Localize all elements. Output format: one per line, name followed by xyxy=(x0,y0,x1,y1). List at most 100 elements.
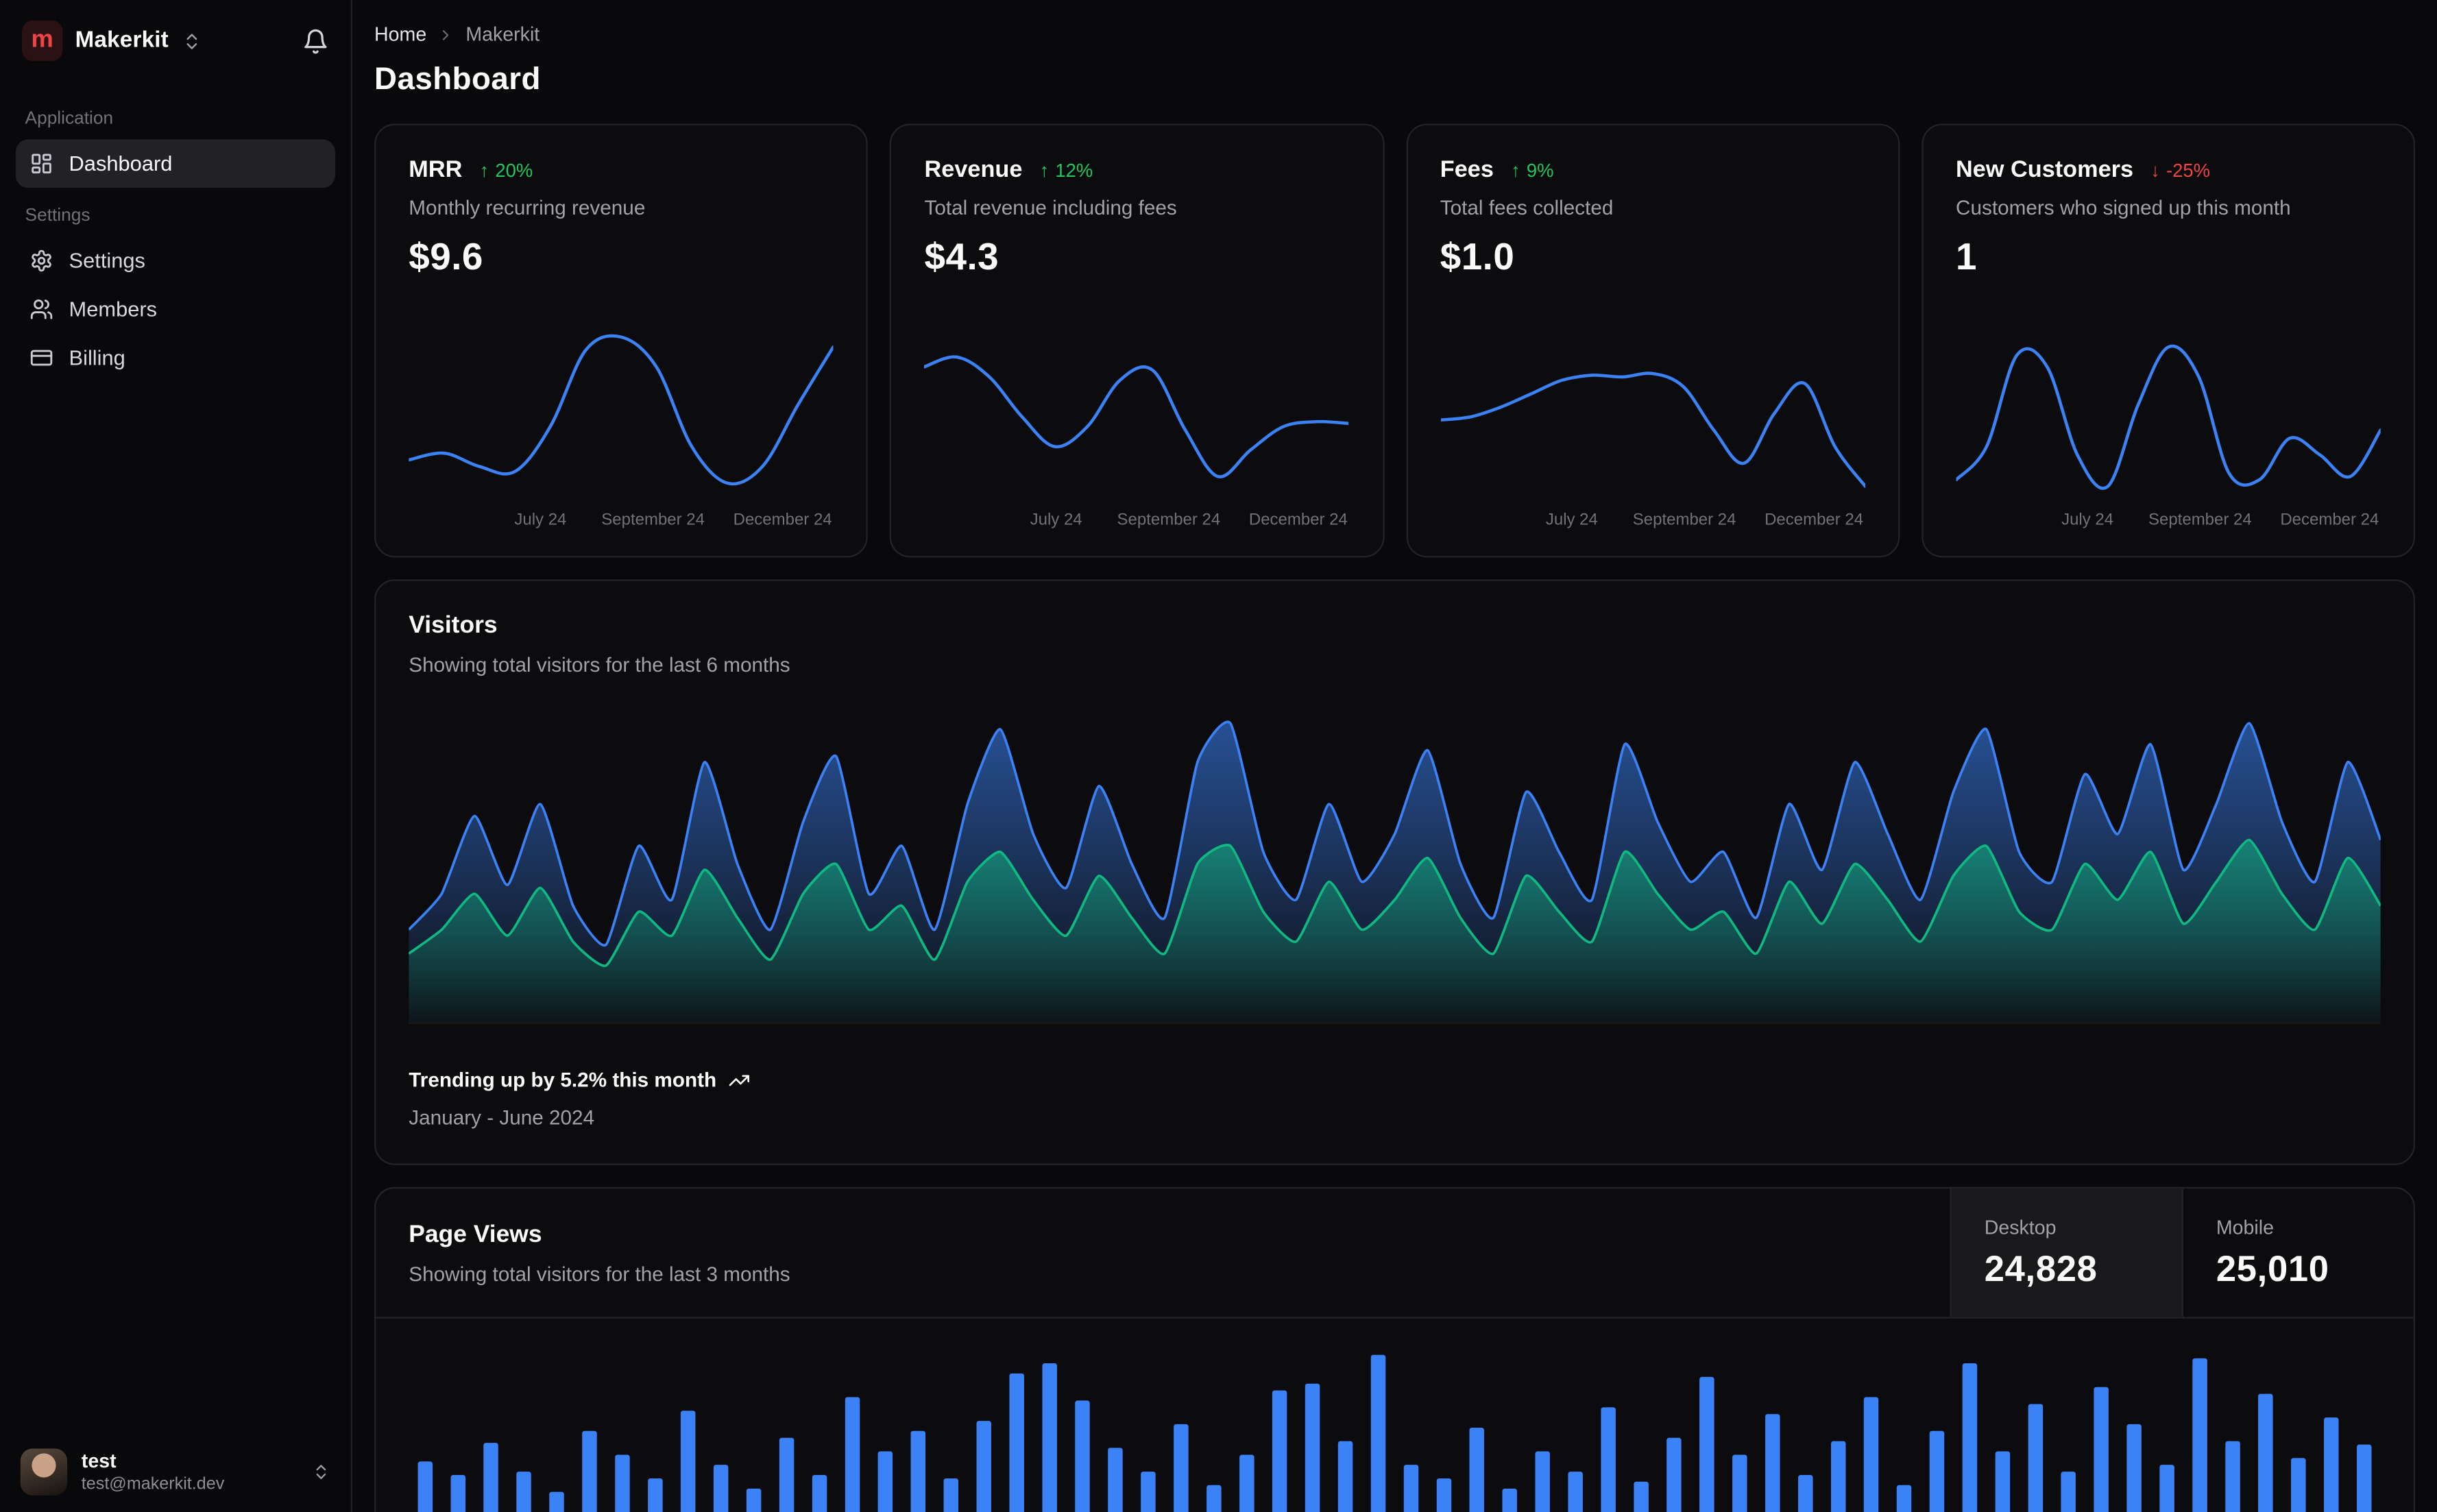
chevrons-up-down-icon xyxy=(312,1463,330,1481)
x-tick: December 24 xyxy=(733,510,832,530)
visitors-date-range: January - June 2024 xyxy=(409,1105,595,1130)
fees-sparkline-chart xyxy=(1440,328,1865,500)
x-tick: September 24 xyxy=(2148,510,2252,530)
gear-icon xyxy=(29,249,53,272)
page-title: Dashboard xyxy=(374,62,541,97)
trend-arrow-icon: ↑ xyxy=(479,158,489,181)
stat-card-new-customers: New Customers ↓ -25% Customers who signed… xyxy=(1921,123,2416,558)
trend-value: 9% xyxy=(1526,158,1554,181)
trend-badge: ↑ 12% xyxy=(1040,159,1093,181)
trend-value: 20% xyxy=(495,158,533,181)
dashboard-grid-icon xyxy=(29,152,53,175)
page-views-title: Page Views xyxy=(409,1221,542,1248)
stats-row: MRR ↑ 20% Monthly recurring revenue $9.6 … xyxy=(374,123,2416,558)
mrr-sparkline-chart xyxy=(409,328,834,500)
tab-label: Desktop xyxy=(1984,1216,2057,1239)
pageviews-tab-desktop[interactable]: Desktop 24,828 xyxy=(1950,1188,2182,1317)
stat-title: New Customers xyxy=(1956,156,2134,184)
spark-x-axis: July 24 September 24 December 24 xyxy=(409,511,834,534)
stat-value: $1.0 xyxy=(1440,236,1515,279)
stat-subtitle: Monthly recurring revenue xyxy=(409,195,646,219)
bell-icon xyxy=(302,27,329,54)
stat-title: MRR xyxy=(409,156,463,184)
credit-card-icon xyxy=(29,346,53,369)
stat-subtitle: Customers who signed up this month xyxy=(1956,195,2291,219)
user-menu[interactable]: test test@makerkit.dev xyxy=(0,1430,351,1512)
sidebar-nav: Application Dashboard Settings Settings … xyxy=(0,82,351,391)
x-tick: December 24 xyxy=(2280,510,2379,530)
breadcrumb-current[interactable]: Makerkit xyxy=(465,23,539,45)
pageviews-tab-mobile[interactable]: Mobile 25,010 xyxy=(2181,1188,2414,1317)
visitors-title: Visitors xyxy=(409,612,498,639)
stat-card-fees: Fees ↑ 9% Total fees collected $1.0 July … xyxy=(1405,123,1900,558)
chevron-right-icon xyxy=(437,26,454,43)
x-tick: July 24 xyxy=(514,510,567,530)
new-customers-sparkline-chart xyxy=(1956,328,2381,500)
stat-value: 1 xyxy=(1956,236,1978,279)
main-content: Home Makerkit Dashboard MRR ↑ 20% Monthly… xyxy=(352,0,2437,1512)
x-tick: July 24 xyxy=(1545,510,1598,530)
sidebar-item-dashboard[interactable]: Dashboard xyxy=(15,139,335,188)
spark-x-axis: July 24 September 24 December 24 xyxy=(1440,511,1865,534)
tab-value: 24,828 xyxy=(1984,1247,2098,1289)
stat-card-revenue: Revenue ↑ 12% Total revenue including fee… xyxy=(890,123,1384,558)
visitors-trend-text: Trending up by 5.2% this month xyxy=(409,1068,717,1092)
sidebar-item-settings[interactable]: Settings xyxy=(16,236,335,285)
stat-value: $9.6 xyxy=(409,236,483,279)
trend-arrow-icon: ↑ xyxy=(1511,158,1520,181)
user-name: test xyxy=(81,1450,117,1472)
visitors-subtitle: Showing total visitors for the last 6 mo… xyxy=(409,653,790,676)
chevrons-up-down-icon xyxy=(181,31,202,51)
sidebar-item-label: Dashboard xyxy=(69,151,173,175)
nav-section-application: Application xyxy=(25,109,114,129)
spark-x-axis: July 24 September 24 December 24 xyxy=(925,511,1350,534)
sidebar-item-label: Settings xyxy=(69,249,145,273)
stat-value: $4.3 xyxy=(924,236,999,279)
x-tick: July 24 xyxy=(2061,510,2114,530)
tab-label: Mobile xyxy=(2216,1216,2274,1239)
x-tick: July 24 xyxy=(1030,510,1082,530)
sidebar-item-members[interactable]: Members xyxy=(16,285,335,334)
stat-title: Revenue xyxy=(924,156,1023,184)
sidebar-item-label: Members xyxy=(69,297,158,321)
trend-arrow-icon: ↓ xyxy=(2150,158,2160,181)
app-window: m Makerkit Application Dashboard Setting… xyxy=(0,0,2437,1512)
spark-x-axis: July 24 September 24 December 24 xyxy=(1956,511,2381,534)
breadcrumb: Home Makerkit xyxy=(374,23,2415,45)
stat-subtitle: Total revenue including fees xyxy=(924,195,1177,219)
x-tick: September 24 xyxy=(1117,510,1221,530)
sidebar: m Makerkit Application Dashboard Setting… xyxy=(0,0,353,1512)
page-views-bar-chart xyxy=(409,1350,2380,1512)
page-views-header: Page Views Showing total visitors for th… xyxy=(376,1188,2414,1319)
trend-badge: ↑ 9% xyxy=(1511,159,1553,181)
user-meta: test test@makerkit.dev xyxy=(82,1450,224,1494)
sidebar-item-label: Billing xyxy=(69,345,125,370)
x-tick: September 24 xyxy=(1632,510,1736,530)
visitors-card: Visitors Showing total visitors for the … xyxy=(374,579,2416,1165)
users-icon xyxy=(29,297,53,321)
breadcrumb-home[interactable]: Home xyxy=(374,23,426,45)
page-views-card: Page Views Showing total visitors for th… xyxy=(374,1186,2416,1512)
trend-value: 12% xyxy=(1055,158,1093,181)
workspace-name: Makerkit xyxy=(75,28,169,53)
notifications-bell-button[interactable] xyxy=(302,27,329,54)
makerkit-logo: m xyxy=(21,20,63,62)
stat-title: Fees xyxy=(1440,156,1494,184)
x-tick: September 24 xyxy=(601,510,705,530)
workspace-selector[interactable]: m Makerkit xyxy=(0,0,351,82)
stat-card-mrr: MRR ↑ 20% Monthly recurring revenue $9.6 … xyxy=(374,123,869,558)
trend-badge: ↓ -25% xyxy=(2150,159,2210,181)
tab-value: 25,010 xyxy=(2216,1247,2329,1289)
visitors-area-chart xyxy=(407,717,2382,1025)
user-email: test@makerkit.dev xyxy=(81,1475,225,1494)
stat-subtitle: Total fees collected xyxy=(1440,195,1614,219)
revenue-sparkline-chart xyxy=(924,328,1350,500)
trend-arrow-icon: ↑ xyxy=(1039,158,1050,181)
nav-section-settings: Settings xyxy=(25,206,90,225)
sidebar-item-billing[interactable]: Billing xyxy=(16,334,335,382)
trending-up-icon xyxy=(729,1069,751,1090)
user-avatar xyxy=(20,1448,68,1496)
x-tick: December 24 xyxy=(1765,510,1864,530)
x-tick: December 24 xyxy=(1248,510,1348,530)
visitors-footer: Trending up by 5.2% this month January -… xyxy=(409,1068,2380,1129)
